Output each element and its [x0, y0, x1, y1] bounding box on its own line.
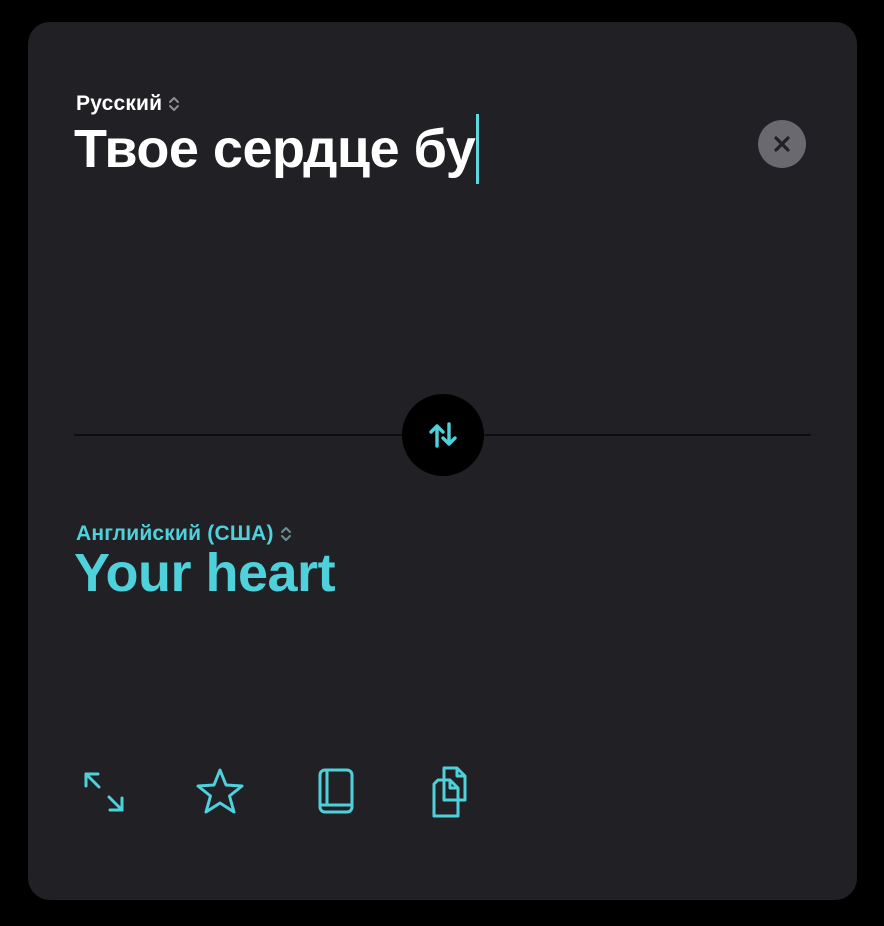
- expand-icon: [84, 772, 124, 812]
- source-language-label: Русский: [76, 92, 163, 115]
- swap-arrows-icon: [429, 422, 457, 448]
- close-icon: [774, 136, 790, 152]
- copy-button[interactable]: [422, 762, 482, 822]
- copy-icon: [432, 766, 467, 818]
- action-toolbar: [74, 762, 482, 822]
- dictionary-button[interactable]: [306, 762, 366, 822]
- source-language-selector[interactable]: Русский: [76, 92, 180, 116]
- translation-output: Your heart: [74, 543, 336, 603]
- chevron-up-down-icon: [280, 527, 291, 541]
- clear-button[interactable]: [758, 120, 806, 168]
- text-caret: [476, 114, 480, 184]
- source-text-input[interactable]: Твое сердце бу: [74, 114, 480, 184]
- chevron-up-down-icon: [169, 97, 180, 111]
- fullscreen-button[interactable]: [74, 762, 134, 822]
- translation-card: Русский Твое сердце бу Английский (США) …: [28, 22, 857, 900]
- source-text: Твое сердце бу: [74, 119, 476, 179]
- star-icon: [196, 768, 244, 814]
- book-icon: [318, 768, 354, 814]
- favorite-button[interactable]: [190, 762, 250, 822]
- swap-languages-button[interactable]: [402, 394, 484, 476]
